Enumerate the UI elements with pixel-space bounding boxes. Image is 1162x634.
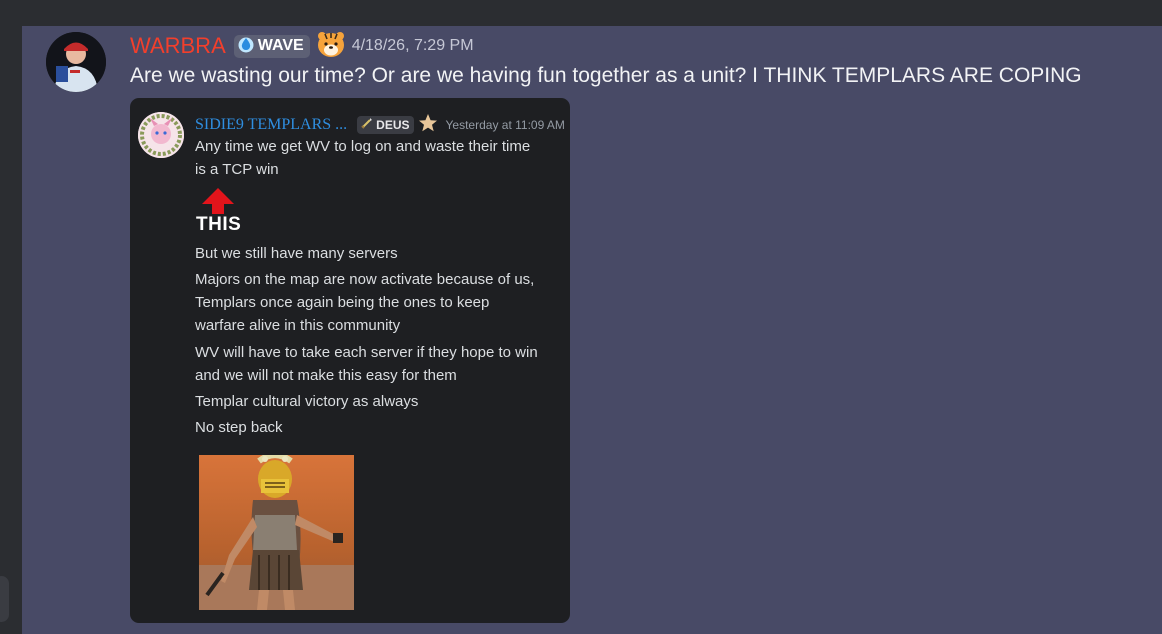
deus-tag-badge[interactable]: DEUS xyxy=(357,116,414,134)
embed-line: Any time we get WV to log on and waste t… xyxy=(195,138,531,155)
this-arrow-sticker: THIS xyxy=(194,186,244,238)
gladiator-image[interactable] xyxy=(199,455,354,610)
scroll-handle[interactable] xyxy=(0,576,9,622)
embed-line: warfare alive in this community xyxy=(195,317,401,334)
sword-icon xyxy=(361,116,373,134)
message-text: Are we wasting our time? Or are we havin… xyxy=(130,64,1082,87)
embed-line: But we still have many servers xyxy=(195,245,398,262)
deus-tag-label: DEUS xyxy=(376,118,410,132)
guild-tag-badge[interactable]: WAVE xyxy=(233,34,310,58)
embed-timestamp[interactable]: Yesterday at 11:09 AM xyxy=(446,118,565,132)
message-header: WARBRA WAVE 4/18/26, 7:29 PM xyxy=(130,30,474,62)
left-gutter xyxy=(0,0,22,634)
embed-line: WV will have to take each server if they… xyxy=(195,344,538,361)
message-timestamp[interactable]: 4/18/26, 7:29 PM xyxy=(352,37,474,55)
water-drop-icon xyxy=(237,35,255,58)
embed-line: No step back xyxy=(195,419,283,436)
tiger-face-icon xyxy=(316,29,346,64)
top-bar xyxy=(0,0,1162,26)
this-sticker-text: THIS xyxy=(196,214,242,235)
embed-author-name[interactable]: SIDIE9 TEMPLARS ... xyxy=(195,116,347,134)
embed-line: Templar cultural victory as always xyxy=(195,393,419,410)
embed-line: Templars once again being the ones to ke… xyxy=(195,294,490,311)
embed-line: is a TCP win xyxy=(195,161,279,178)
embed-line: and we will not make this easy for them xyxy=(195,367,457,384)
user-avatar[interactable] xyxy=(46,32,106,92)
username[interactable]: WARBRA xyxy=(130,33,226,59)
star-icon xyxy=(418,113,438,138)
embed-line: Majors on the map are now activate becau… xyxy=(195,271,535,288)
guild-tag-label: WAVE xyxy=(257,37,304,54)
embed-header: SIDIE9 TEMPLARS ... DEUS Yesterday at 11… xyxy=(195,113,565,138)
embedded-message[interactable]: SIDIE9 TEMPLARS ... DEUS Yesterday at 11… xyxy=(130,98,570,623)
embed-author-avatar[interactable] xyxy=(138,112,184,158)
